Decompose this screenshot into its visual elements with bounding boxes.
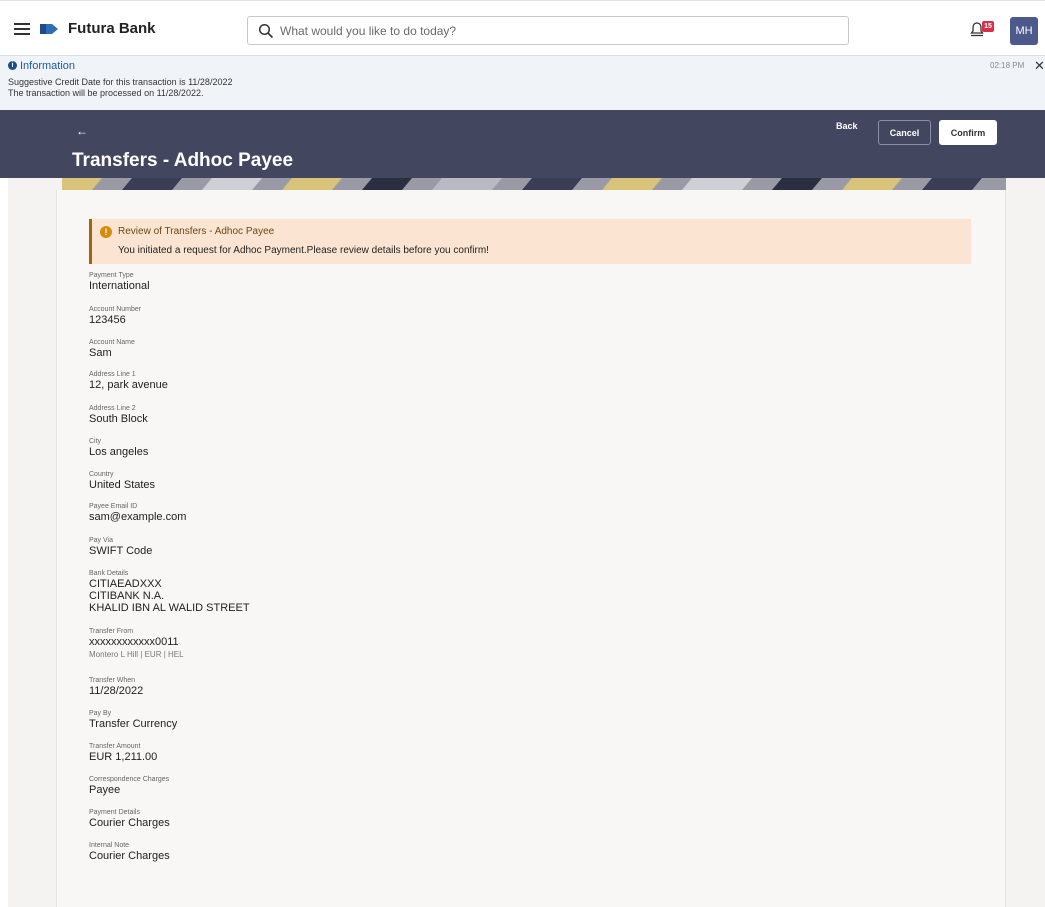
cancel-button[interactable]: Cancel	[878, 120, 931, 145]
search-icon	[258, 23, 274, 39]
field-account-name: Account Name Sam	[89, 338, 135, 359]
field-label: Bank Details	[89, 570, 129, 577]
field-label: Transfer When	[89, 677, 136, 684]
search-box[interactable]	[247, 16, 849, 45]
field-transfer-amount: Transfer Amount EUR 1,211.00	[89, 742, 157, 763]
bank-logo-icon	[40, 24, 58, 34]
top-bar: Futura Bank 15 MH	[0, 0, 1045, 55]
field-value: 11/28/2022	[89, 685, 144, 697]
field-account-number: Account Number 123456	[89, 305, 141, 326]
decorative-banner-strip	[62, 178, 1006, 190]
field-label: Account Number	[89, 306, 142, 313]
field-address-line-1: Address Line 1 12, park avenue	[89, 370, 168, 391]
field-value: xxxxxxxxxxxx0011	[89, 636, 179, 648]
field-label: Pay Via	[89, 537, 113, 544]
field-label: Correspondence Charges	[89, 776, 170, 783]
notification-badge: 15	[982, 21, 994, 32]
field-value: International	[89, 280, 150, 292]
close-icon[interactable]: ✕	[1034, 58, 1045, 74]
field-payee-email: Payee Email ID sam@example.com	[89, 502, 186, 523]
search-input[interactable]	[280, 21, 840, 41]
bank-name: CITIBANK N.A.	[89, 590, 165, 602]
field-label: Pay By	[89, 710, 112, 717]
field-label: Country	[89, 471, 114, 478]
field-value: Los angeles	[89, 446, 149, 458]
field-label: Internal Note	[89, 842, 130, 849]
field-city: City Los angeles	[89, 437, 148, 458]
review-title: Review of Transfers - Adhoc Payee	[118, 226, 275, 237]
back-button[interactable]: Back	[836, 121, 858, 131]
field-label: Address Line 2	[89, 405, 136, 412]
field-label: Payment Type	[89, 272, 134, 279]
confirm-button[interactable]: Confirm	[939, 120, 997, 145]
menu-icon[interactable]	[14, 23, 30, 35]
warning-icon: !	[100, 226, 112, 238]
field-pay-via: Pay Via SWIFT Code	[89, 536, 152, 557]
field-value: 12, park avenue	[89, 379, 168, 391]
field-label: Account Name	[89, 339, 135, 346]
review-banner: ! Review of Transfers - Adhoc Payee You …	[89, 219, 971, 264]
field-value: 123456	[89, 314, 126, 326]
field-payment-type: Payment Type International	[89, 271, 150, 292]
field-value: Courier Charges	[89, 850, 170, 862]
field-bank-details: Bank Details CITIAEADXXX CITIBANK N.A. K…	[89, 569, 250, 614]
field-value: South Block	[89, 413, 148, 425]
field-value: Transfer Currency	[89, 718, 178, 730]
info-icon: i	[8, 61, 17, 70]
review-card	[56, 190, 1006, 907]
field-payment-details: Payment Details Courier Charges	[89, 808, 170, 829]
field-value: sam@example.com	[89, 511, 187, 523]
field-value: SWIFT Code	[89, 545, 153, 557]
field-label: Payment Details	[89, 809, 140, 816]
bank-address: KHALID IBN AL WALID STREET	[89, 602, 250, 614]
info-line-2: The transaction will be processed on 11/…	[8, 88, 204, 98]
field-label: Payee Email ID	[89, 503, 138, 510]
review-message: You initiated a request for Adhoc Paymen…	[118, 245, 489, 256]
field-subtext: Montero L Hill | EUR | HEL	[89, 650, 184, 659]
field-value: United States	[89, 479, 156, 491]
information-banner: i Information Suggestive Credit Date for…	[0, 55, 1045, 110]
bank-swift-code: CITIAEADXXX	[89, 578, 162, 590]
field-internal-note: Internal Note Courier Charges	[89, 841, 170, 862]
brand-name[interactable]: Futura Bank	[68, 20, 156, 37]
info-line-1: Suggestive Credit Date for this transact…	[8, 77, 233, 87]
field-label: Address Line 1	[89, 371, 136, 378]
page-title: Transfers - Adhoc Payee	[72, 150, 294, 171]
field-address-line-2: Address Line 2 South Block	[89, 404, 148, 425]
field-label: Transfer Amount	[89, 743, 141, 750]
back-arrow-icon[interactable]: ←	[76, 124, 88, 138]
field-value: EUR 1,211.00	[89, 751, 158, 763]
field-pay-by: Pay By Transfer Currency	[89, 709, 177, 730]
field-label: City	[89, 438, 102, 445]
field-transfer-when: Transfer When 11/28/2022	[89, 676, 143, 697]
info-time: 02:18 PM	[990, 61, 1025, 70]
field-correspondence-charges: Correspondence Charges Payee	[89, 775, 169, 796]
avatar[interactable]: MH	[1010, 17, 1038, 45]
info-title: Information	[20, 60, 76, 72]
field-value: Courier Charges	[89, 817, 170, 829]
field-transfer-from: Transfer From xxxxxxxxxxxx0011 Montero L…	[89, 627, 184, 660]
field-value: Payee	[89, 784, 121, 796]
field-label: Transfer From	[89, 628, 134, 635]
field-country: Country United States	[89, 470, 155, 491]
field-value: Sam	[89, 347, 112, 359]
